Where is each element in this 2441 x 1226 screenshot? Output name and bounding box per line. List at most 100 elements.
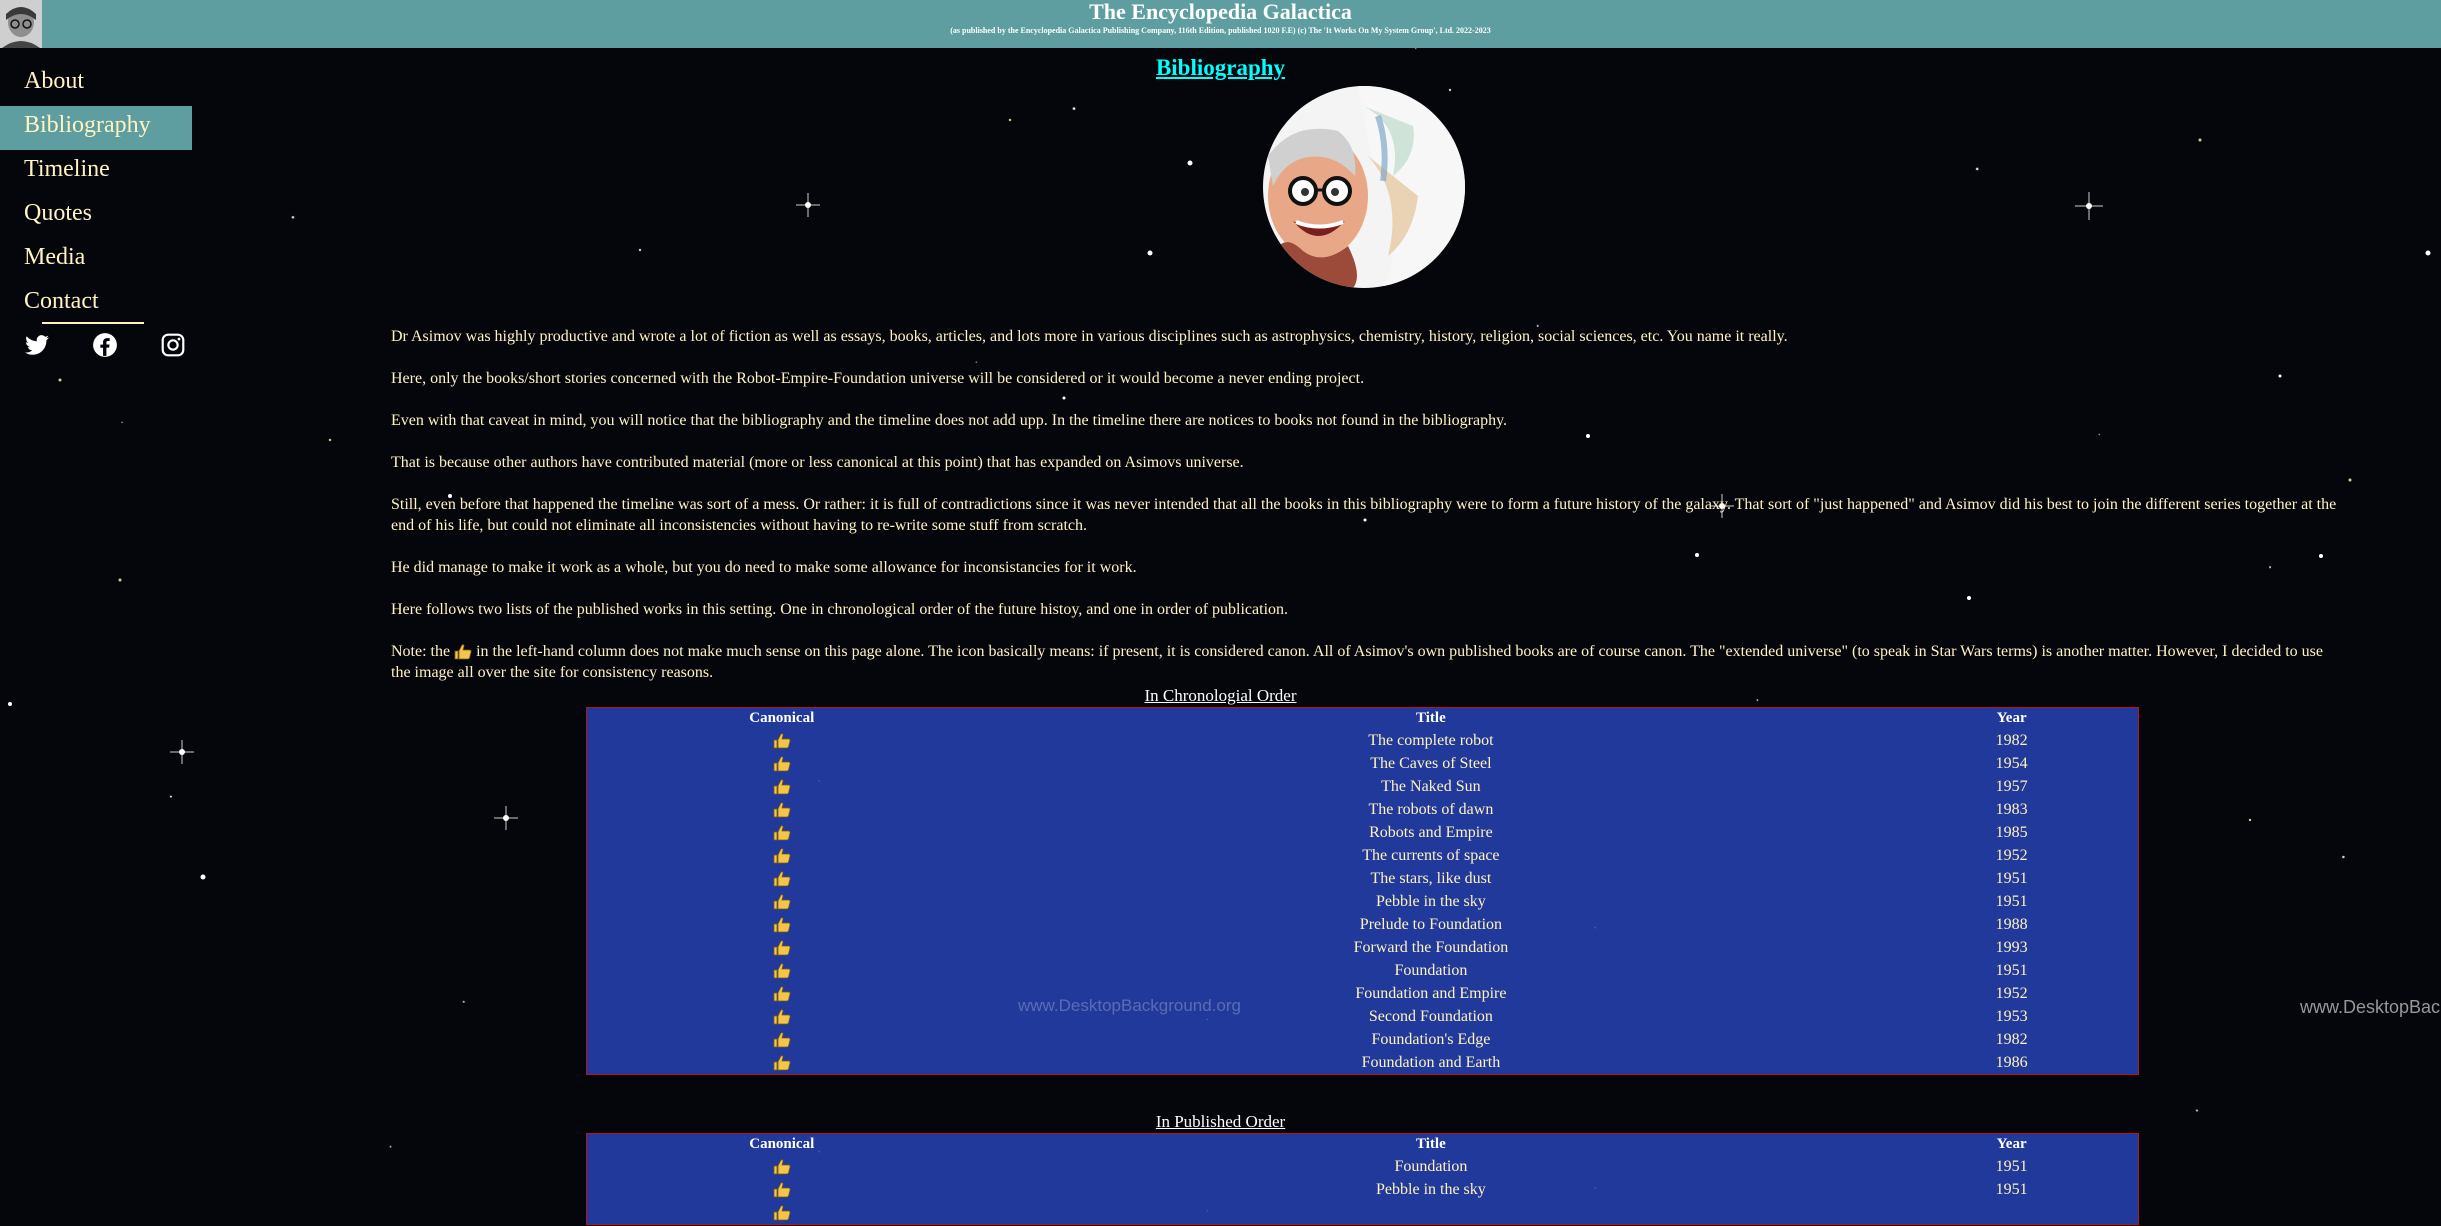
canonical-cell [587,867,977,890]
intro-paragraph: Here follows two lists of the published … [391,601,1289,618]
thumbs-up-icon [773,871,791,887]
year-cell: 1953 [1995,1007,2028,1025]
nav-item-about[interactable]: About [0,62,192,106]
published-caption: In Published Order [1155,1112,1286,1131]
title-cell: Foundation's Edge [1371,1030,1491,1048]
year-cell: 1982 [1995,731,2028,749]
thumbs-up-icon [773,1032,791,1048]
table-row [587,1201,2139,1225]
thumbs-up-icon [773,1055,791,1071]
header-canonical: Canonical [749,1136,815,1152]
year-cell: 1952 [1995,846,2028,864]
header-year: Year [1996,1136,2027,1152]
asimov-portrait [1263,86,1465,288]
canonical-cell [587,821,977,844]
year-cell: 1986 [1995,1053,2028,1071]
intro-paragraph: Even with that caveat in mind, you will … [391,412,1508,429]
table-row: Prelude to Foundation 1988 [587,913,2139,936]
header-title: Title [1416,710,1446,726]
title-cell: Pebble in the sky [1376,892,1486,910]
year-cell: 1954 [1995,754,2028,772]
title-cell: Pebble in the sky [1376,1180,1486,1198]
intro-paragraph: He did manage to make it work as a whole… [391,559,1137,576]
intro-paragraph: Dr Asimov was highly productive and wrot… [391,328,1788,345]
thumbs-up-icon [773,1205,791,1221]
table-row: Foundation 1951 [587,1155,2139,1178]
table-row: Foundation 1951 [587,959,2139,982]
year-cell: 1985 [1995,823,2028,841]
canonical-cell [587,1028,977,1051]
canonical-cell [587,844,977,867]
table-row: The Naked Sun 1957 [587,775,2139,798]
table-row: The currents of space 1952 [587,844,2139,867]
year-cell: 1951 [1995,869,2028,887]
title-cell: Foundation [1394,961,1468,979]
header-title: Title [1416,1136,1446,1152]
nav-item-timeline[interactable]: Timeline [0,150,192,194]
canonical-cell [587,982,977,1005]
facebook-icon[interactable] [92,332,118,358]
table-row: The robots of dawn 1983 [587,798,2139,821]
year-cell: 1951 [1995,961,2028,979]
sidebar-nav: About Bibliography Timeline Quotes Media… [0,62,192,326]
table-row: Second Foundation 1953 [587,1005,2139,1028]
twitter-icon[interactable] [24,332,50,358]
table-row: Foundation and Earth 1986 [587,1051,2139,1075]
thumbs-up-icon [773,1159,791,1175]
nav-item-contact[interactable]: Contact [0,282,192,326]
thumbs-up-icon [773,825,791,841]
table-header-row: Canonical Title Year [587,1134,2139,1156]
canonical-cell [587,890,977,913]
year-cell: 1951 [1995,1157,2028,1175]
thumbs-up-icon [773,963,791,979]
table-row: The stars, like dust 1951 [587,867,2139,890]
thumbs-up-icon [773,733,791,749]
chronological-caption: In Chronologial Order [1144,686,1297,705]
bibliography-intro: Dr Asimov was highly productive and wrot… [391,326,2341,704]
canonical-cell [587,798,977,821]
title-cell: Foundation and Earth [1361,1053,1501,1071]
intro-paragraph: That is because other authors have contr… [391,454,1244,471]
canonical-cell [587,1178,977,1201]
intro-paragraph: Still, even before that happened the tim… [391,496,2337,534]
intro-paragraph: Here, only the books/short stories conce… [391,370,1365,387]
table-row: Forward the Foundation 1993 [587,936,2139,959]
year-cell: 1957 [1995,777,2028,795]
table-row: The complete robot 1982 [587,729,2139,752]
canonical-cell [587,1051,977,1075]
table-row: The Caves of Steel 1954 [587,752,2139,775]
canonical-cell [587,1155,977,1178]
site-title: The Encyclopedia Galactica [1089,0,1352,24]
nav-item-bibliography[interactable]: Bibliography [0,106,192,150]
title-cell: The complete robot [1368,731,1494,749]
nav-item-media[interactable]: Media [0,238,192,282]
canonical-cell [587,913,977,936]
header-year: Year [1996,710,2027,726]
thumbs-up-icon [773,986,791,1002]
table-header-row: Canonical Title Year [587,708,2139,730]
title-cell: Prelude to Foundation [1359,915,1503,933]
table-row: Pebble in the sky 1951 [587,890,2139,913]
thumbs-up-icon [773,756,791,772]
site-header: The Encyclopedia Galactica (as published… [0,0,2441,48]
thumbs-up-icon [773,848,791,864]
page-title-link[interactable]: Bibliography [0,55,2441,81]
canonical-cell [587,1201,977,1225]
title-cell: The robots of dawn [1368,800,1494,818]
thumbs-up-icon [773,917,791,933]
title-cell: The Naked Sun [1381,777,1481,795]
table-row: Robots and Empire 1985 [587,821,2139,844]
year-cell [1885,1201,2138,1225]
canonical-cell [587,1005,977,1028]
social-links [24,332,186,358]
title-cell: Forward the Foundation [1353,938,1509,956]
watermark-right: www.DesktopBac [2299,997,2440,1017]
thumbs-up-icon [773,940,791,956]
instagram-icon[interactable] [160,332,186,358]
thumbs-up-icon [773,1182,791,1198]
table-row: Foundation and Empire 1952 [587,982,2139,1005]
watermark-center: www.DesktopBackground.org [1018,996,1242,1015]
note-text-start: Note: the [391,643,455,660]
nav-item-quotes[interactable]: Quotes [0,194,192,238]
title-cell: Foundation [1394,1157,1468,1175]
